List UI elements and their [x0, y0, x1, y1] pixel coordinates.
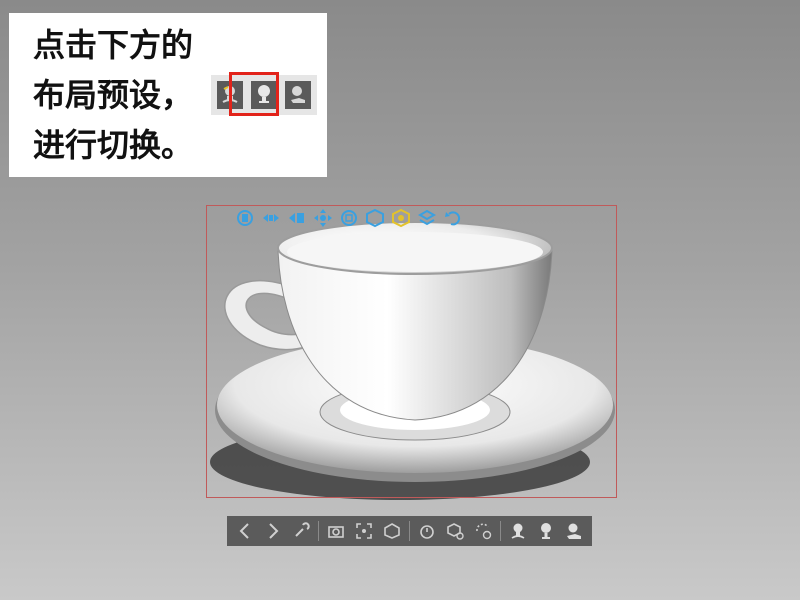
undo-icon[interactable]	[442, 207, 464, 229]
move-right-icon[interactable]	[286, 207, 308, 229]
screenshot-icon[interactable]	[322, 517, 350, 545]
toolbar-divider	[318, 521, 319, 541]
move-center-icon[interactable]	[260, 207, 282, 229]
snap-icon[interactable]	[416, 207, 438, 229]
wrench-icon[interactable]	[287, 517, 315, 545]
move-left-icon[interactable]	[234, 207, 256, 229]
prev-icon[interactable]	[231, 517, 259, 545]
toolbar-divider	[409, 521, 410, 541]
layout-preset-hand-icon[interactable]	[285, 81, 311, 109]
transform-all-icon[interactable]	[312, 207, 334, 229]
rotate-timer-icon[interactable]	[469, 517, 497, 545]
instruction-line-1: 点击下方的	[33, 26, 194, 64]
instruction-line-2: 布局预设，	[33, 76, 194, 114]
highlight-box	[229, 72, 279, 116]
instruction-line-3: 进行切换。	[33, 126, 194, 164]
bottom-toolbar	[227, 516, 592, 546]
layout-preset-hand-icon[interactable]	[560, 517, 588, 545]
box-select-icon[interactable]	[378, 517, 406, 545]
instruction-card: 点击下方的 布局预设， 进行切换。	[9, 13, 327, 177]
manipulator-toolbar	[234, 207, 464, 231]
box-view-icon[interactable]	[364, 207, 386, 229]
focus-icon[interactable]	[350, 517, 378, 545]
sequence-icon[interactable]	[441, 517, 469, 545]
next-icon[interactable]	[259, 517, 287, 545]
selection-box	[206, 205, 617, 498]
toolbar-divider	[500, 521, 501, 541]
layout-preset-multi-icon[interactable]	[504, 517, 532, 545]
timer-icon[interactable]	[413, 517, 441, 545]
orbit-icon[interactable]	[390, 207, 412, 229]
rotate-object-icon[interactable]	[338, 207, 360, 229]
layout-preset-single-icon[interactable]	[532, 517, 560, 545]
